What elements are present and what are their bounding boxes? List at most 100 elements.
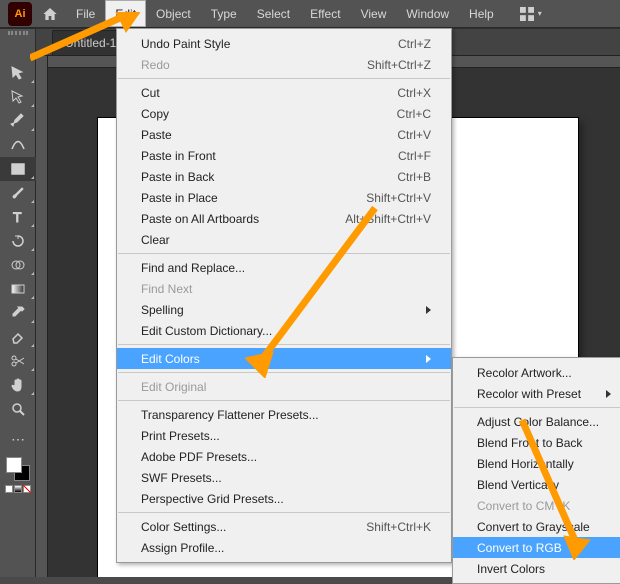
menu-item-shortcut: Ctrl+Z	[374, 37, 431, 51]
menu-effect[interactable]: Effect	[300, 0, 350, 27]
menu-select[interactable]: Select	[247, 0, 300, 27]
tool-direct-selection[interactable]	[0, 85, 36, 109]
color-gradient-icon[interactable]	[14, 485, 22, 493]
edit-colors-item[interactable]: Convert to Grayscale	[453, 516, 620, 537]
menu-item-label: Redo	[141, 58, 170, 72]
tool-shape-builder[interactable]	[0, 253, 36, 277]
menu-help[interactable]: Help	[459, 0, 504, 27]
edit-menu-item[interactable]: Transparency Flattener Presets...	[117, 404, 451, 425]
tool-eraser[interactable]	[0, 325, 36, 349]
menu-item-label: Recolor Artwork...	[477, 366, 572, 380]
edit-menu-item[interactable]: Paste in BackCtrl+B	[117, 166, 451, 187]
edit-menu-item: Redo Shift+Ctrl+Z	[117, 54, 451, 75]
panel-grip[interactable]	[0, 31, 35, 35]
menu-item-shortcut: Ctrl+X	[373, 86, 431, 100]
menu-items: File Edit Object Type Select Effect View…	[66, 0, 504, 27]
edit-menu-item[interactable]: Adobe PDF Presets...	[117, 446, 451, 467]
menu-item-label: Paste on All Artboards	[141, 212, 259, 226]
edit-menu-item[interactable]: Assign Profile...	[117, 537, 451, 558]
menu-item-label: Assign Profile...	[141, 541, 224, 555]
edit-menu-item[interactable]: Perspective Grid Presets...	[117, 488, 451, 509]
chevron-down-icon: ▾	[538, 9, 542, 18]
edit-menu-item[interactable]: Find and Replace...	[117, 257, 451, 278]
edit-colors-separator	[454, 407, 620, 408]
tool-paintbrush[interactable]	[0, 181, 36, 205]
menu-item-label: Perspective Grid Presets...	[141, 492, 284, 506]
menu-edit[interactable]: Edit	[105, 0, 146, 27]
tool-pen[interactable]	[0, 109, 36, 133]
edit-menu-item[interactable]: Spelling	[117, 299, 451, 320]
workspace-switcher[interactable]: ▾	[520, 7, 542, 21]
edit-menu-item[interactable]: CopyCtrl+C	[117, 103, 451, 124]
menu-item-shortcut: Shift+Ctrl+K	[342, 520, 431, 534]
tool-curvature[interactable]	[0, 133, 36, 157]
menu-object[interactable]: Object	[146, 0, 201, 27]
edit-colors-item[interactable]: Blend Vertically	[453, 474, 620, 495]
menu-item-label: Blend Vertically	[477, 478, 559, 492]
tool-type[interactable]: T	[0, 205, 36, 229]
tools-panel: T ⋯	[0, 28, 36, 577]
edit-menu-item[interactable]: Edit Custom Dictionary...	[117, 320, 451, 341]
edit-menu-separator	[118, 512, 450, 513]
app-icon: Ai	[8, 2, 32, 26]
edit-colors-item[interactable]: Blend Front to Back	[453, 432, 620, 453]
menu-item-label: SWF Presets...	[141, 471, 222, 485]
menu-item-label: Adobe PDF Presets...	[141, 450, 257, 464]
menu-item-label: Recolor with Preset	[477, 387, 581, 401]
edit-menu-item[interactable]: SWF Presets...	[117, 467, 451, 488]
menu-item-label: Invert Colors	[477, 562, 545, 576]
tool-hand[interactable]	[0, 373, 36, 397]
color-solid-icon[interactable]	[5, 485, 13, 493]
edit-menu-item[interactable]: Print Presets...	[117, 425, 451, 446]
edit-menu-item[interactable]: Paste in PlaceShift+Ctrl+V	[117, 187, 451, 208]
tool-rotate[interactable]	[0, 229, 36, 253]
menu-item-shortcut: Shift+Ctrl+Z	[343, 58, 431, 72]
tool-scissors[interactable]	[0, 349, 36, 373]
tool-more[interactable]: ⋯	[0, 427, 36, 451]
menu-item-label: Edit Colors	[141, 352, 200, 366]
edit-menu-item[interactable]: Paste in FrontCtrl+F	[117, 145, 451, 166]
tool-zoom[interactable]	[0, 397, 36, 421]
edit-colors-item[interactable]: Recolor Artwork...	[453, 362, 620, 383]
edit-menu-item[interactable]: CutCtrl+X	[117, 82, 451, 103]
edit-menu-item[interactable]: Clear	[117, 229, 451, 250]
edit-colors-item[interactable]: Adjust Color Balance...	[453, 411, 620, 432]
edit-colors-item[interactable]: Blend Horizontally	[453, 453, 620, 474]
edit-menu-item[interactable]: Undo Paint Style Ctrl+Z	[117, 33, 451, 54]
fill-stroke-swatch[interactable]	[6, 457, 30, 481]
edit-menu-separator	[118, 372, 450, 373]
tool-rectangle[interactable]	[0, 157, 36, 181]
menu-item-shortcut: Ctrl+F	[374, 149, 431, 163]
menu-file[interactable]: File	[66, 0, 105, 27]
menu-item-label: Undo Paint Style	[141, 37, 230, 51]
submenu-arrow-icon	[426, 306, 431, 314]
edit-menu-separator	[118, 253, 450, 254]
svg-text:T: T	[13, 209, 22, 225]
color-none-icon[interactable]	[23, 485, 31, 493]
menu-item-label: Adjust Color Balance...	[477, 415, 599, 429]
edit-colors-item[interactable]: Recolor with Preset	[453, 383, 620, 404]
menu-item-label: Convert to CMYK	[477, 499, 570, 513]
ruler-vertical	[36, 56, 48, 577]
edit-menu-item[interactable]: Color Settings...Shift+Ctrl+K	[117, 516, 451, 537]
edit-menu-item[interactable]: PasteCtrl+V	[117, 124, 451, 145]
menu-item-label: Edit Custom Dictionary...	[141, 324, 272, 338]
edit-colors-item[interactable]: Invert Colors	[453, 558, 620, 579]
menu-item-label: Blend Horizontally	[477, 457, 574, 471]
edit-menu-item[interactable]: Paste on All ArtboardsAlt+Shift+Ctrl+V	[117, 208, 451, 229]
menu-item-shortcut: Shift+Ctrl+V	[342, 191, 431, 205]
menu-view[interactable]: View	[351, 0, 397, 27]
tool-gradient[interactable]	[0, 277, 36, 301]
home-icon[interactable]	[38, 6, 66, 22]
edit-menu-item[interactable]: Edit Colors	[117, 348, 451, 369]
menu-type[interactable]: Type	[201, 0, 247, 27]
tool-selection[interactable]	[0, 61, 36, 85]
edit-colors-item[interactable]: Convert to RGB	[453, 537, 620, 558]
edit-menu-separator	[118, 400, 450, 401]
menu-item-shortcut: Ctrl+B	[373, 170, 431, 184]
tool-eyedropper[interactable]	[0, 301, 36, 325]
fill-color[interactable]	[6, 457, 22, 473]
menu-window[interactable]: Window	[396, 0, 459, 27]
color-mode-mini	[0, 485, 35, 497]
menu-item-label: Convert to Grayscale	[477, 520, 590, 534]
